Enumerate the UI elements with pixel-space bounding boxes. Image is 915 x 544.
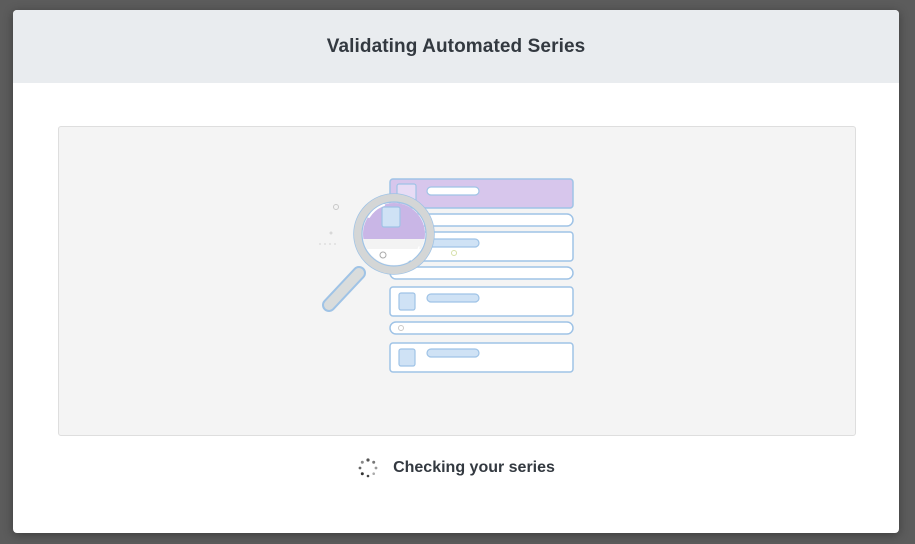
validation-dialog: Validating Automated Series Checking you… (13, 10, 899, 533)
magnifier-over-list-icon (319, 178, 574, 373)
status-text: Checking your series (393, 459, 555, 476)
illustration-panel (58, 126, 856, 436)
dialog-header: Validating Automated Series (13, 10, 899, 83)
status-row: Checking your series (13, 456, 899, 480)
loading-spinner-icon (358, 458, 378, 478)
dialog-title: Validating Automated Series (326, 35, 586, 57)
